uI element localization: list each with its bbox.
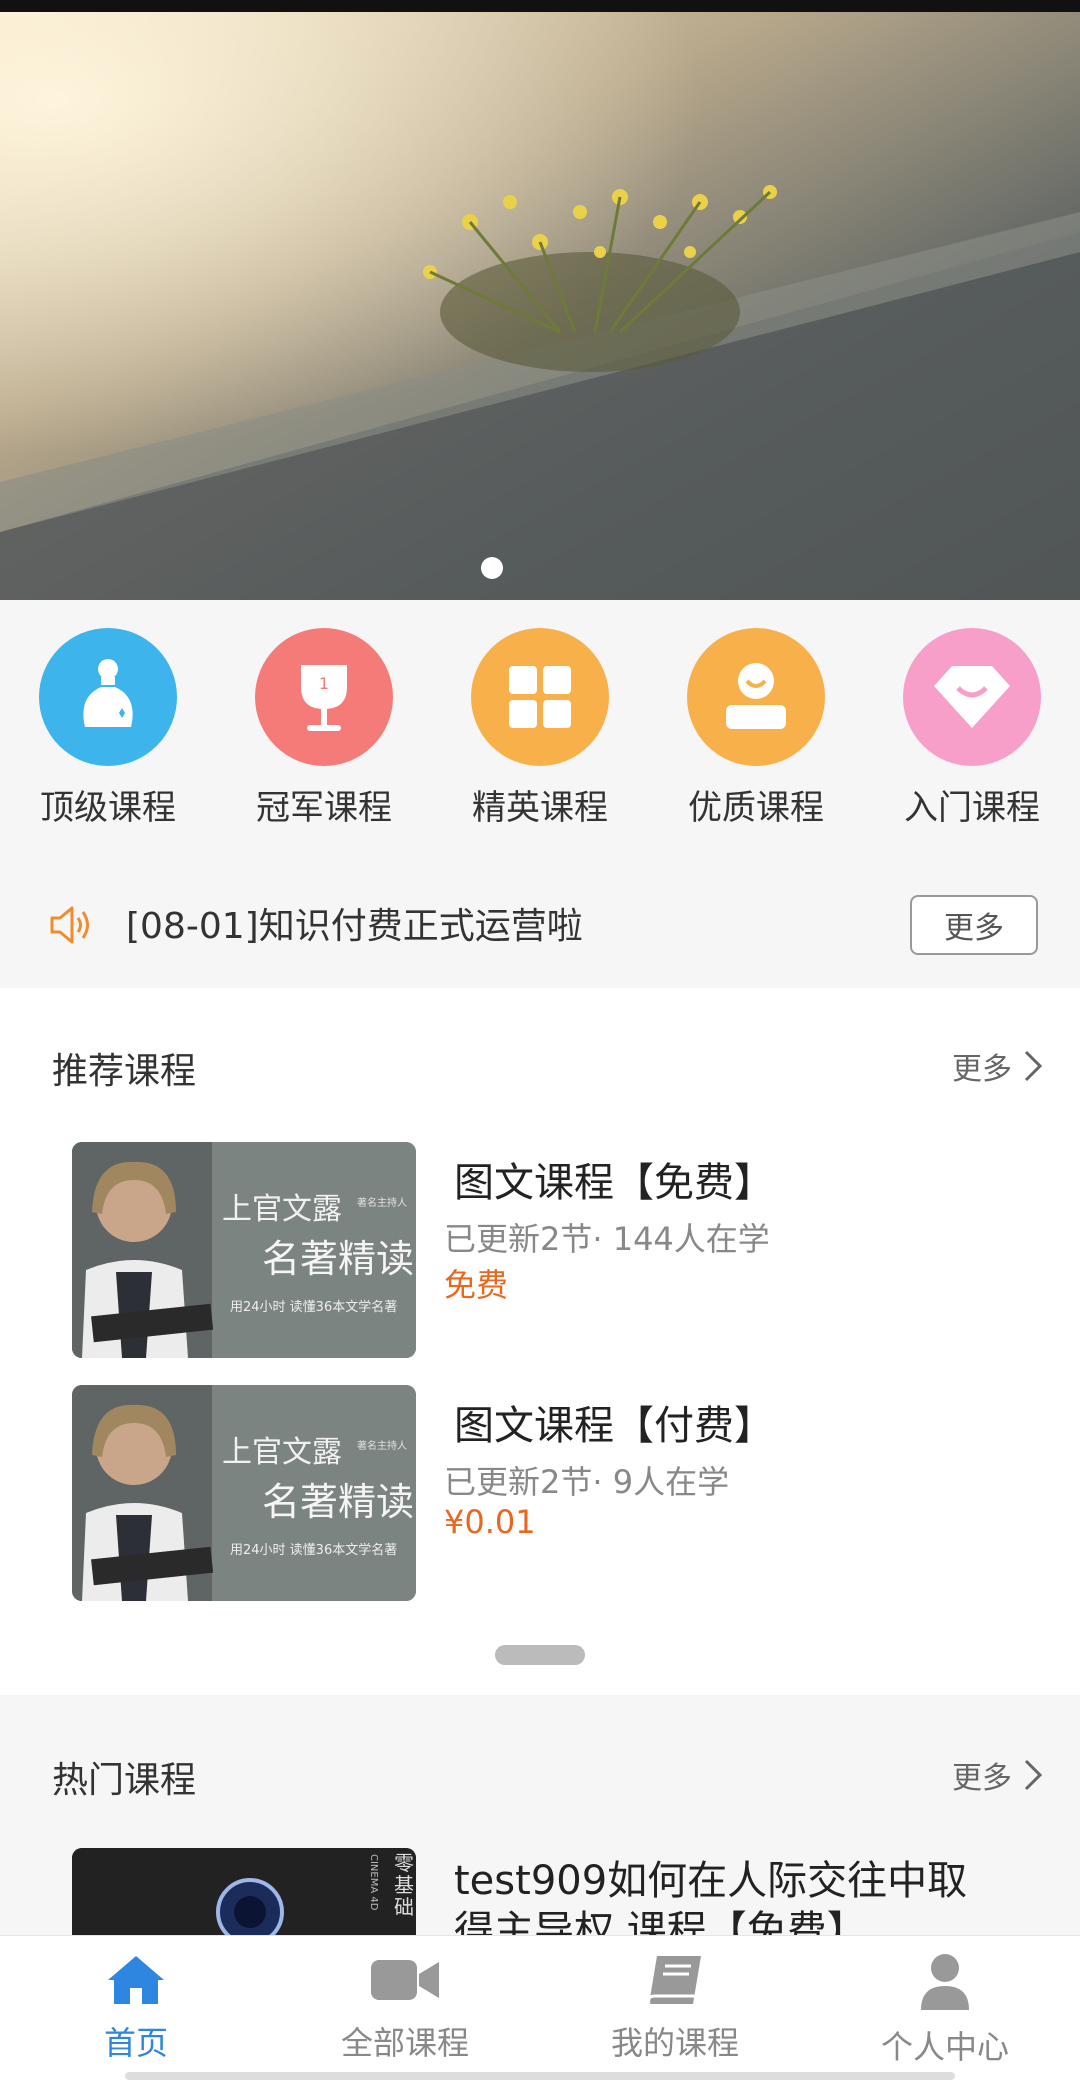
chevron-right-icon: [1024, 1050, 1043, 1082]
category-item-top[interactable]: 顶级课程: [28, 628, 188, 829]
course-meta: 已更新2节· 9人在学: [444, 1463, 730, 1501]
category-label: 冠军课程: [256, 788, 392, 828]
pager-indicator[interactable]: [495, 1645, 585, 1665]
course-card[interactable]: 上官文露 著名主持人 名著精读 用24小时 读懂36本文学名著 图文课程【免费】…: [72, 1142, 1052, 1358]
hot-more-link[interactable]: 更多: [952, 1753, 1044, 1797]
thumb-caption: 用24小时 读懂36本文学名著: [230, 1300, 398, 1315]
grid-icon: [471, 628, 609, 766]
thumb-brand: CINEMA 4D: [368, 1854, 379, 1911]
banner-image: [0, 12, 1080, 600]
thumb-headline: 名著精读: [262, 1237, 415, 1281]
tab-home[interactable]: 首页: [26, 1952, 246, 2064]
home-icon: [108, 1956, 164, 2004]
more-label: 更多: [952, 1052, 1012, 1087]
section-title: 热门课程: [52, 1760, 197, 1801]
notice-more-button[interactable]: 更多: [910, 895, 1038, 955]
thumb-subtitle: 著名主持人: [357, 1198, 407, 1209]
diamond-icon: [903, 628, 1041, 766]
tab-label: 全部课程: [340, 2024, 469, 2062]
home-indicator: [125, 2072, 955, 2080]
chevron-right-icon: [1024, 1759, 1043, 1791]
category-item-elite[interactable]: 精英课程: [460, 628, 620, 829]
category-item-beginner[interactable]: 入门课程: [892, 628, 1052, 829]
category-item-champion[interactable]: 1 冠军课程: [244, 628, 404, 829]
recommend-more-link[interactable]: 更多: [952, 1044, 1044, 1088]
video-icon: [371, 1960, 439, 2000]
user-smile-icon: [687, 628, 825, 766]
notice-bar: [08-01]知识付费正式运营啦 更多: [0, 867, 1080, 987]
category-label: 优质课程: [688, 788, 824, 828]
status-bar: [0, 0, 1080, 12]
tab-profile[interactable]: 个人中心: [835, 1952, 1055, 2068]
tab-label: 个人中心: [880, 2028, 1009, 2066]
book-icon: [647, 1956, 701, 2005]
thumb-caption: 用24小时 读懂36本文学名著: [230, 1543, 398, 1558]
notice-text[interactable]: [08-01]知识付费正式运营啦: [126, 897, 583, 949]
course-title: 图文课程【付费】: [454, 1403, 774, 1449]
course-price: 免费: [444, 1266, 509, 1304]
trophy-icon: 1: [255, 628, 393, 766]
more-label: 更多: [952, 1761, 1012, 1796]
tab-label: 我的课程: [610, 2024, 739, 2062]
category-label: 入门课程: [904, 788, 1040, 828]
thumb-name: 上官文露: [222, 1435, 342, 1470]
course-card[interactable]: 上官文露 著名主持人 名著精读 用24小时 读懂36本文学名著 图文课程【付费】…: [72, 1385, 1052, 1601]
banner-carousel[interactable]: [0, 12, 1080, 600]
thumb-subtitle: 著名主持人: [357, 1441, 407, 1452]
section-title: 推荐课程: [52, 1051, 197, 1092]
category-label: 顶级课程: [40, 788, 176, 828]
thumb-name: 上官文露: [222, 1192, 342, 1227]
course-thumbnail: 上官文露 著名主持人 名著精读 用24小时 读懂36本文学名著: [72, 1142, 416, 1358]
speaker-icon: [48, 903, 94, 951]
course-title: 图文课程【免费】: [454, 1160, 774, 1206]
course-price: ¥0.01: [444, 1503, 536, 1541]
carousel-dot-active[interactable]: [481, 557, 503, 579]
category-label: 精英课程: [472, 788, 608, 828]
recommend-section: 推荐课程 更多 上官文露 著名主持人 名著精读 用24小时 读懂36本文学名著 …: [0, 988, 1080, 1695]
moneybag-icon: [39, 628, 177, 766]
tab-my-courses[interactable]: 我的课程: [565, 1952, 785, 2064]
course-thumbnail: 上官文露 著名主持人 名著精读 用24小时 读懂36本文学名著: [72, 1385, 416, 1601]
course-meta: 已更新2节· 144人在学: [444, 1220, 770, 1258]
thumb-vertical-text: 零基础: [394, 1851, 414, 1919]
category-item-quality[interactable]: 优质课程: [676, 628, 836, 829]
person-icon: [921, 1954, 969, 2010]
svg-text:1: 1: [319, 674, 329, 693]
bottom-tab-bar: 首页 全部课程 我的课程 个人中心: [0, 1935, 1080, 2081]
thumb-headline: 名著精读: [262, 1480, 415, 1524]
tab-all-courses[interactable]: 全部课程: [295, 1952, 515, 2064]
tab-label: 首页: [103, 2024, 168, 2062]
